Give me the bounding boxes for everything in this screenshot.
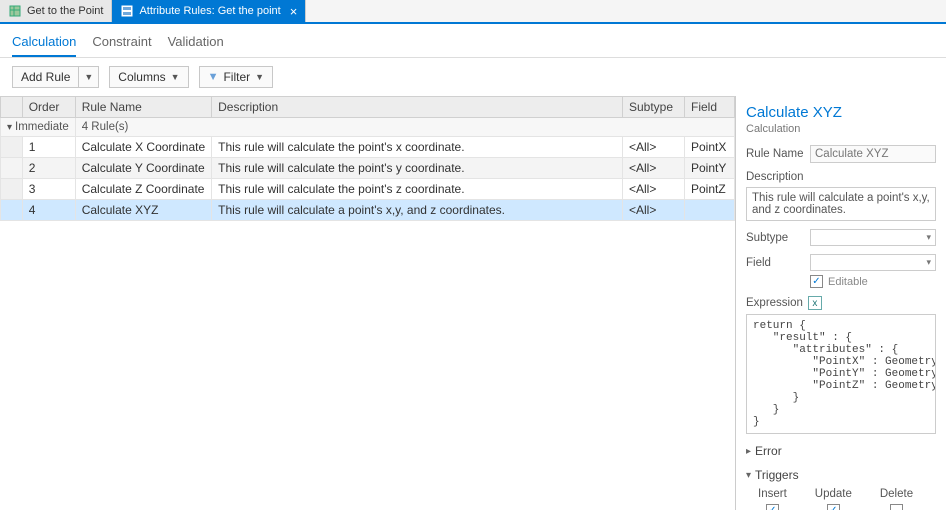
table-row[interactable]: 2 Calculate Y Coordinate This rule will … bbox=[1, 158, 735, 179]
field-combo[interactable]: ▾ bbox=[810, 254, 936, 271]
update-checkbox[interactable]: ✓ bbox=[827, 504, 840, 510]
subtab-calculation[interactable]: Calculation bbox=[12, 34, 76, 57]
subtype-combo[interactable]: ▾ bbox=[810, 229, 936, 246]
columns-button[interactable]: Columns ▼ bbox=[109, 66, 188, 88]
tab-get-to-the-point[interactable]: Get to the Point bbox=[0, 0, 112, 22]
table-icon bbox=[8, 4, 22, 18]
expression-builder-icon[interactable]: x bbox=[808, 296, 822, 310]
col-subtype[interactable]: Subtype bbox=[623, 97, 685, 118]
rule-type-tabs: Calculation Constraint Validation bbox=[0, 24, 946, 58]
col-order[interactable]: Order bbox=[22, 97, 75, 118]
error-expander[interactable]: ▸ Error bbox=[746, 444, 936, 458]
grid-header-row: Order Rule Name Description Subtype Fiel… bbox=[1, 97, 735, 118]
table-row[interactable]: 3 Calculate Z Coordinate This rule will … bbox=[1, 179, 735, 200]
filter-label: Filter bbox=[223, 70, 250, 84]
editable-label: Editable bbox=[828, 276, 868, 288]
expression-input[interactable]: return { "result" : { "attributes" : { "… bbox=[746, 314, 936, 434]
chevron-down-icon: ▾ bbox=[746, 470, 751, 481]
rule-name-label: Rule Name bbox=[746, 148, 804, 160]
filter-button[interactable]: ▼ Filter ▼ bbox=[199, 66, 273, 88]
chevron-down-icon: ▾ bbox=[926, 257, 931, 268]
delete-checkbox[interactable] bbox=[890, 504, 903, 510]
rules-icon bbox=[120, 4, 134, 18]
update-label: Update bbox=[815, 488, 852, 500]
delete-label: Delete bbox=[880, 488, 913, 500]
details-subtitle: Calculation bbox=[746, 123, 936, 135]
chevron-down-icon: ▾ bbox=[926, 232, 931, 243]
document-tabs: Get to the Point Attribute Rules: Get th… bbox=[0, 0, 946, 24]
table-row[interactable]: 1 Calculate X Coordinate This rule will … bbox=[1, 137, 735, 158]
description-label: Description bbox=[746, 171, 936, 183]
col-field[interactable]: Field bbox=[685, 97, 735, 118]
chevron-down-icon: ▼ bbox=[171, 72, 180, 82]
rule-details-pane: Calculate XYZ Calculation Rule Name Calc… bbox=[736, 96, 946, 510]
expression-label: Expression bbox=[746, 297, 803, 309]
subtab-constraint[interactable]: Constraint bbox=[92, 34, 151, 57]
table-row[interactable]: 4 Calculate XYZ This rule will calculate… bbox=[1, 200, 735, 221]
triggers-expander[interactable]: ▾ Triggers bbox=[746, 468, 936, 482]
close-icon[interactable]: × bbox=[290, 4, 298, 19]
columns-label: Columns bbox=[118, 70, 165, 84]
subtype-label: Subtype bbox=[746, 232, 804, 244]
chevron-right-icon: ▸ bbox=[746, 446, 751, 457]
rules-grid-pane: Order Rule Name Description Subtype Fiel… bbox=[0, 96, 736, 510]
row-marker-header bbox=[1, 97, 23, 118]
rule-name-input[interactable]: Calculate XYZ bbox=[810, 145, 936, 163]
add-rule-label: Add Rule bbox=[21, 70, 70, 84]
rules-grid[interactable]: Order Rule Name Description Subtype Fiel… bbox=[0, 96, 735, 221]
tab-attribute-rules[interactable]: Attribute Rules: Get the point × bbox=[112, 0, 306, 22]
insert-label: Insert bbox=[758, 488, 787, 500]
add-rule-dropdown[interactable]: ▼ bbox=[78, 66, 99, 88]
col-description[interactable]: Description bbox=[212, 97, 623, 118]
subtab-validation[interactable]: Validation bbox=[168, 34, 224, 57]
group-row-immediate[interactable]: ▾Immediate 4 Rule(s) bbox=[1, 118, 735, 137]
chevron-down-icon: ▼ bbox=[255, 72, 264, 82]
chevron-down-icon: ▾ bbox=[7, 122, 12, 133]
chevron-down-icon: ▼ bbox=[84, 72, 93, 82]
toolbar: Add Rule ▼ Columns ▼ ▼ Filter ▼ bbox=[0, 58, 946, 96]
description-input[interactable]: This rule will calculate a point's x,y, … bbox=[746, 187, 936, 221]
tab-label: Get to the Point bbox=[27, 5, 103, 17]
filter-icon: ▼ bbox=[208, 71, 219, 83]
field-label: Field bbox=[746, 257, 804, 269]
insert-checkbox[interactable]: ✓ bbox=[766, 504, 779, 510]
editable-checkbox[interactable]: ✓ bbox=[810, 275, 823, 288]
add-rule-button[interactable]: Add Rule ▼ bbox=[12, 66, 99, 88]
details-title: Calculate XYZ bbox=[746, 104, 936, 121]
tab-label: Attribute Rules: Get the point bbox=[139, 5, 280, 17]
col-rule-name[interactable]: Rule Name bbox=[75, 97, 211, 118]
